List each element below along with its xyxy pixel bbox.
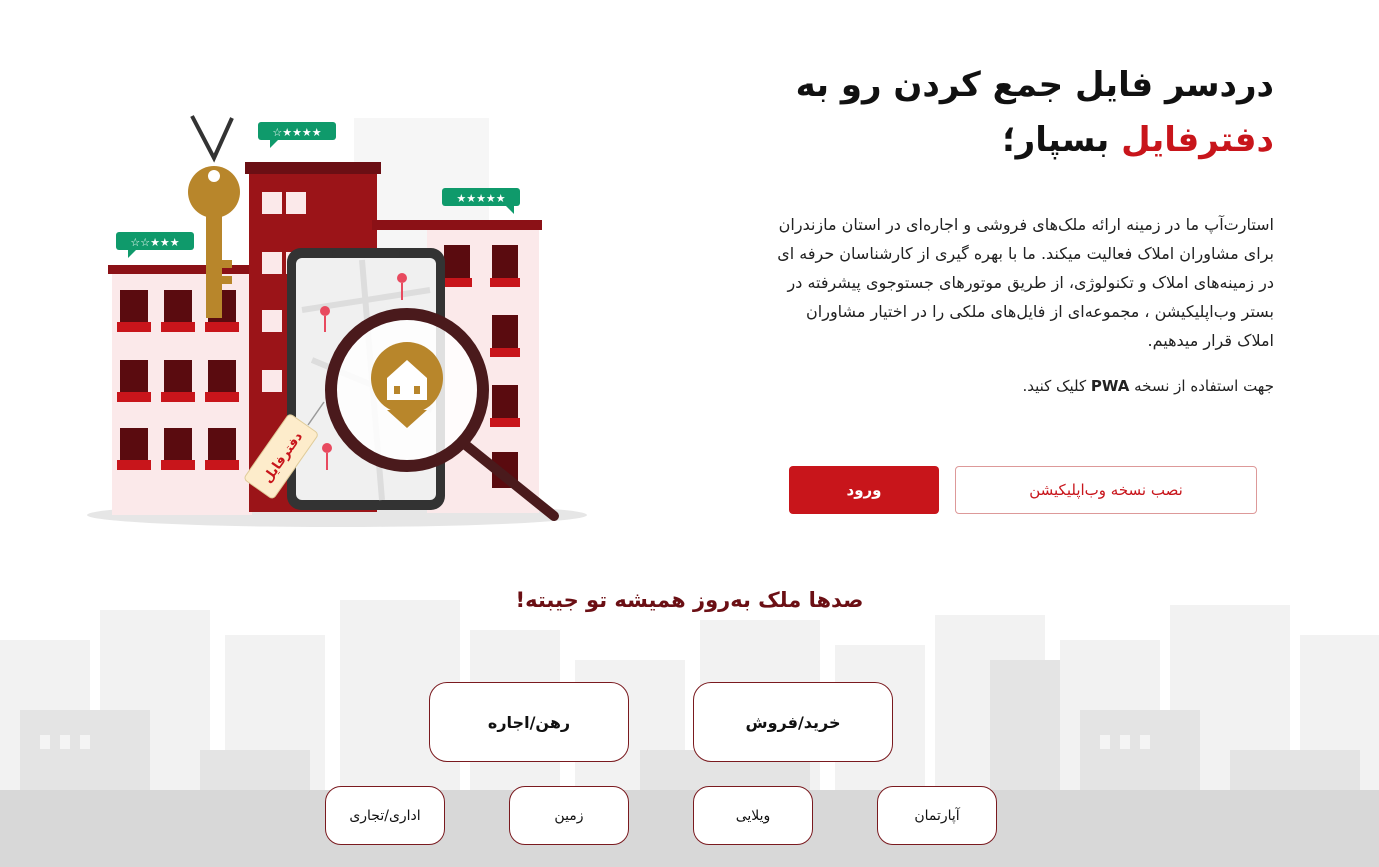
- headline-brand: دفترفایل: [1121, 120, 1274, 160]
- property-type-land[interactable]: زمین: [509, 786, 629, 845]
- pwa-bold: PWA: [1090, 377, 1130, 395]
- deal-type-buy-sell[interactable]: خرید/فروش: [693, 682, 893, 762]
- svg-text:★★★☆☆: ★★★☆☆: [130, 236, 179, 249]
- headline-line1: دردسر فایل جمع کردن رو به: [795, 65, 1274, 105]
- city-skyline-background: [0, 600, 1379, 867]
- headline-rest: بسپار؛: [1002, 120, 1122, 160]
- svg-text:★★★★★: ★★★★★: [456, 192, 505, 205]
- svg-text:★★★★☆: ★★★★☆: [272, 126, 321, 139]
- property-type-villa[interactable]: ویلایی: [693, 786, 813, 845]
- deal-type-rent[interactable]: رهن/اجاره: [429, 682, 629, 762]
- hero-section: دردسر فایل جمع کردن رو به دفترفایل بسپار…: [774, 58, 1274, 395]
- property-type-apartment[interactable]: آپارتمان: [877, 786, 997, 845]
- pwa-prefix: جهت استفاده از نسخه: [1129, 377, 1274, 395]
- page-title: دردسر فایل جمع کردن رو به دفترفایل بسپار…: [774, 58, 1274, 168]
- pwa-suffix: کلیک کنید.: [1022, 377, 1091, 395]
- install-webapp-button[interactable]: نصب نسخه وب‌اپلیکیشن: [955, 466, 1257, 514]
- property-type-commercial[interactable]: اداری/تجاری: [325, 786, 445, 845]
- intro-paragraph: استارت‌آپ ما در زمینه ارائه ملک‌های فروش…: [777, 215, 1274, 350]
- login-button[interactable]: ورود: [789, 466, 939, 514]
- pwa-note: جهت استفاده از نسخه PWA کلیک کنید.: [774, 377, 1274, 395]
- hero-illustration: ★★★★☆ ★★★☆☆ ★★★★★ دفترفایل: [87, 115, 587, 527]
- listings-title: صدها ملک به‌روز همیشه تو جیبته!: [515, 588, 864, 612]
